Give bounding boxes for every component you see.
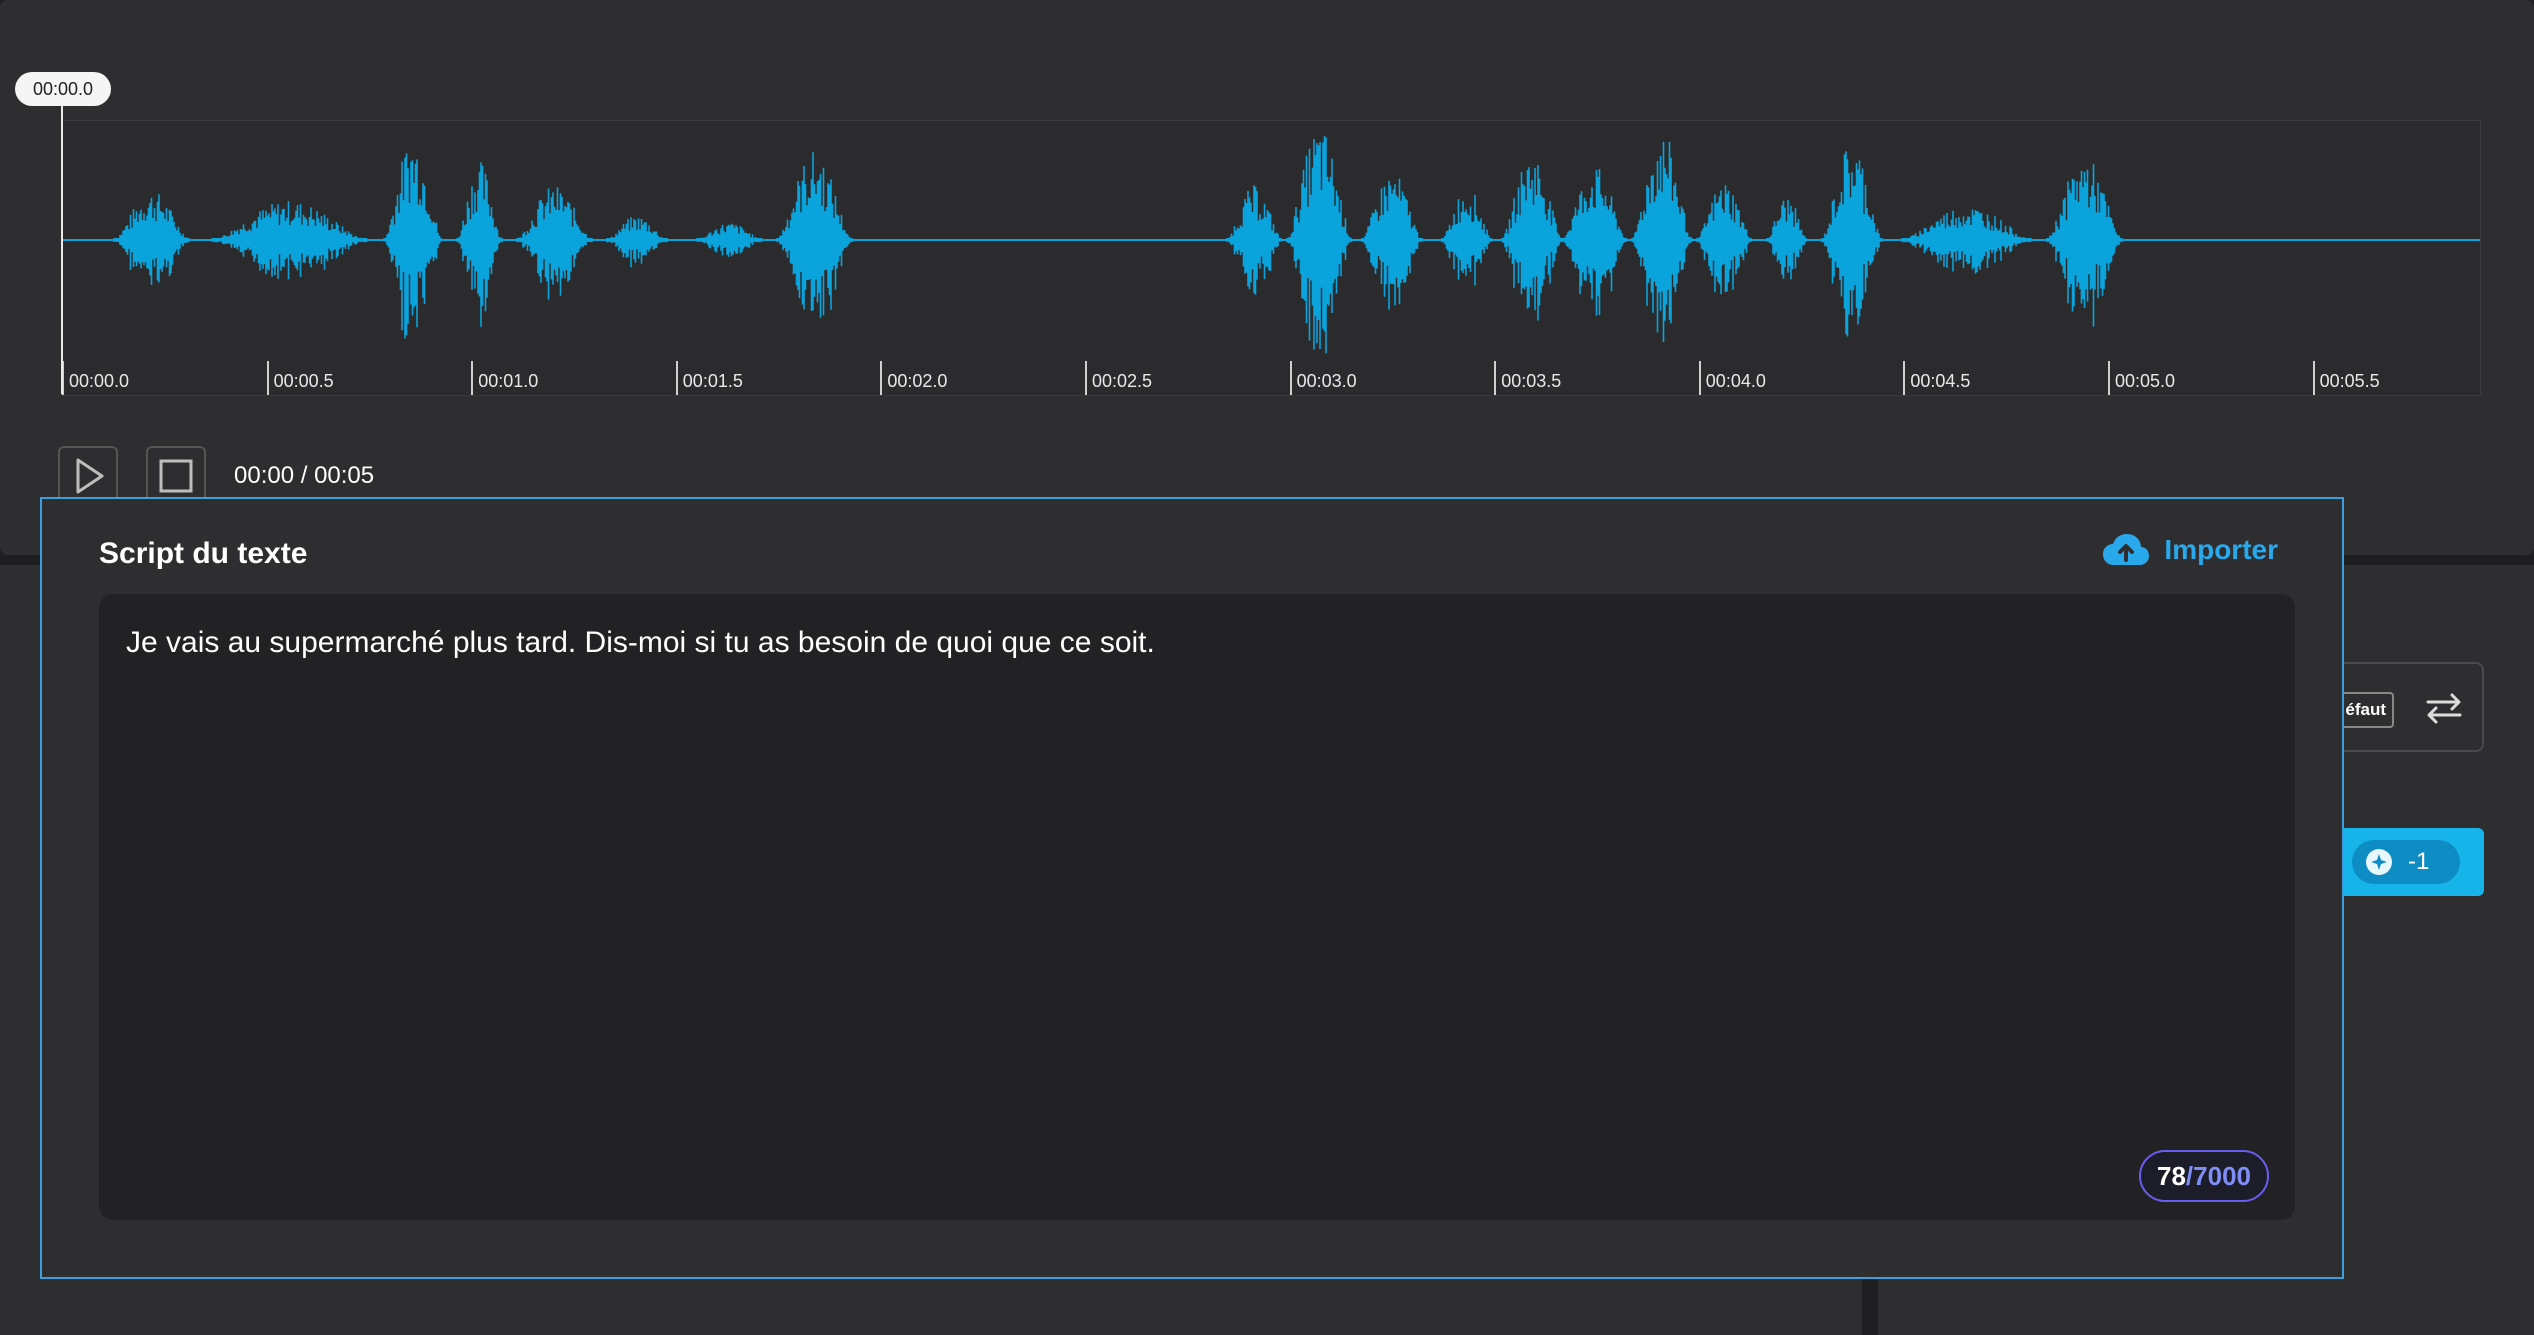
time-tick-label: 00:03.0	[1296, 371, 1357, 391]
time-tick-label: 00:02.0	[887, 371, 948, 391]
play-icon	[76, 458, 104, 494]
time-tick-label: 00:02.5	[1092, 371, 1153, 391]
credit-cost: -1	[2408, 848, 2430, 875]
character-count: 78	[2157, 1160, 2186, 1191]
stop-icon	[159, 459, 193, 493]
import-label: Importer	[2164, 534, 2278, 565]
time-tick-label: 00:05.5	[2319, 371, 2380, 391]
playhead-line[interactable]	[61, 106, 63, 394]
time-tick-label: 00:00.0	[69, 371, 130, 391]
time-tick-label: 00:03.5	[1501, 371, 1562, 391]
dialog-title: Script du texte	[99, 537, 308, 570]
script-text[interactable]: Je vais au supermarché plus tard. Dis-mo…	[126, 626, 1155, 660]
time-tick-label: 00:01.0	[478, 371, 539, 391]
script-dialog: Script du texte Importer Je vais au supe…	[40, 497, 2344, 1279]
credit-icon	[2366, 849, 2392, 875]
waveform-timeline[interactable]: 00:00.0 00:00.5 00:01.0 00:01.5 00:02.0 00:02…	[61, 120, 2481, 396]
import-button[interactable]: Importer	[2102, 533, 2278, 567]
time-tick-label: 00:00.5	[273, 371, 334, 391]
credit-cost-pill: -1	[2352, 840, 2460, 884]
waveform-path	[113, 136, 2123, 354]
character-counter: 78 /7000	[2139, 1150, 2269, 1202]
time-tick-label: 00:05.0	[2115, 371, 2176, 391]
time-tick-label: 00:01.5	[682, 371, 743, 391]
time-tick-label: 00:04.5	[1910, 371, 1971, 391]
character-limit: /7000	[2185, 1160, 2251, 1191]
waveform-graph	[62, 136, 2480, 354]
script-textarea[interactable]: Je vais au supermarché plus tard. Dis-mo…	[99, 594, 2295, 1220]
time-tick-label: 00:04.0	[1705, 371, 1766, 391]
playback-time: 00:00 / 00:05	[234, 462, 375, 489]
cloud-upload-icon	[2103, 534, 2150, 565]
playhead-time-label: 00:00.0	[15, 72, 111, 106]
swap-arrows-icon[interactable]	[2424, 690, 2464, 726]
time-ruler: 00:00.0 00:00.5 00:01.0 00:01.5 00:02.0 00:02…	[62, 355, 2480, 395]
